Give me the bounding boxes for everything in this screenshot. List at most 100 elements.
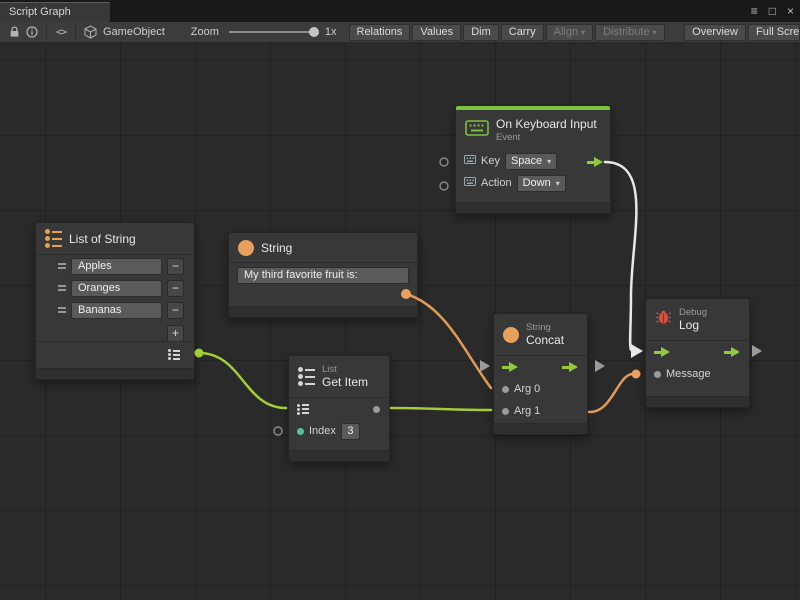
list-icon bbox=[298, 367, 315, 386]
list-input-row bbox=[289, 398, 389, 420]
node-title: Get Item bbox=[322, 375, 368, 389]
node-title: Log bbox=[679, 318, 707, 332]
flow-output-port[interactable] bbox=[724, 347, 741, 358]
message-label: Message bbox=[666, 368, 711, 380]
flow-output-port[interactable] bbox=[562, 362, 579, 373]
action-port-row: Action Down ▾ bbox=[456, 172, 610, 194]
remove-item-button[interactable]: − bbox=[167, 258, 184, 275]
pane-menu-icon[interactable]: ≡ bbox=[751, 3, 758, 19]
node-subtitle: Event bbox=[496, 132, 597, 143]
zoom-slider-knob[interactable] bbox=[309, 27, 319, 37]
index-value-field[interactable]: 3 bbox=[341, 423, 360, 440]
node-title: Concat bbox=[526, 333, 564, 347]
flow-output-port[interactable] bbox=[587, 157, 604, 168]
drag-handle-icon[interactable] bbox=[58, 263, 66, 269]
unity-cube-icon bbox=[81, 24, 99, 40]
values-button[interactable]: Values bbox=[412, 24, 461, 41]
edit-script-icon[interactable]: <> bbox=[52, 24, 70, 40]
arg0-input-port[interactable] bbox=[502, 386, 509, 393]
node-category: String bbox=[526, 322, 564, 333]
node-get-item[interactable]: List Get Item Index 3 bbox=[288, 355, 390, 462]
remove-item-button[interactable]: − bbox=[167, 280, 184, 297]
bug-icon bbox=[655, 309, 672, 331]
node-footer bbox=[36, 368, 194, 379]
zoom-slider[interactable] bbox=[229, 31, 317, 33]
drag-handle-icon[interactable] bbox=[58, 285, 66, 291]
maximize-icon[interactable]: □ bbox=[769, 3, 776, 19]
arg0-input-row: Arg 0 bbox=[494, 378, 587, 400]
node-category: Debug bbox=[679, 307, 707, 318]
add-item-button[interactable]: + bbox=[167, 325, 184, 342]
list-type-icon bbox=[168, 349, 180, 360]
gameobject-selector[interactable]: GameObject bbox=[103, 26, 165, 38]
node-title: List of String bbox=[69, 232, 136, 246]
list-item-field[interactable]: Bananas bbox=[71, 302, 162, 319]
tab-bar: Script Graph ≡ □ × bbox=[0, 0, 800, 22]
index-input-port[interactable] bbox=[297, 428, 304, 435]
node-concat[interactable]: String Concat Arg 0 Arg 1 bbox=[493, 313, 588, 435]
align-button-label: Align bbox=[554, 26, 578, 38]
fullscreen-button[interactable]: Full Screen bbox=[748, 24, 800, 41]
arg1-label: Arg 1 bbox=[514, 405, 540, 417]
list-type-icon bbox=[297, 404, 309, 415]
toolbar-separator bbox=[75, 25, 76, 39]
list-item-row: Apples − bbox=[36, 255, 194, 277]
tab-script-graph[interactable]: Script Graph bbox=[0, 2, 110, 22]
flow-input-port[interactable] bbox=[502, 362, 519, 373]
flow-row bbox=[646, 341, 749, 363]
node-on-keyboard-input[interactable]: On Keyboard Input Event Key Space ▾ Acti… bbox=[455, 105, 611, 214]
key-type-icon bbox=[464, 155, 476, 167]
relations-button[interactable]: Relations bbox=[349, 24, 411, 41]
list-item-row: Bananas − bbox=[36, 299, 194, 321]
distribute-button[interactable]: Distribute ▾ bbox=[595, 24, 664, 41]
node-footer bbox=[229, 306, 417, 317]
info-icon[interactable] bbox=[23, 24, 41, 40]
key-dropdown[interactable]: Space ▾ bbox=[505, 153, 557, 170]
unity-script-graph-window: Script Graph ≡ □ × <> GameObject Zoom 1x… bbox=[0, 0, 800, 600]
node-footer bbox=[289, 450, 389, 461]
action-dropdown[interactable]: Down ▾ bbox=[517, 175, 566, 192]
node-footer bbox=[646, 396, 749, 407]
list-output-row bbox=[36, 341, 194, 367]
arg1-input-port[interactable] bbox=[502, 408, 509, 415]
dim-button[interactable]: Dim bbox=[463, 24, 499, 41]
lock-icon[interactable] bbox=[5, 24, 23, 40]
chevron-down-icon: ▾ bbox=[556, 179, 560, 188]
remove-item-button[interactable]: − bbox=[167, 302, 184, 319]
close-icon[interactable]: × bbox=[787, 3, 794, 19]
toolbar-separator bbox=[46, 25, 47, 39]
overview-button[interactable]: Overview bbox=[684, 24, 746, 41]
flow-input-port[interactable] bbox=[654, 347, 671, 358]
node-string-literal[interactable]: String My third favorite fruit is: bbox=[228, 232, 418, 318]
list-item-row: Oranges − bbox=[36, 277, 194, 299]
message-input-row: Message bbox=[646, 363, 749, 385]
arg0-label: Arg 0 bbox=[514, 383, 540, 395]
index-label: Index bbox=[309, 425, 336, 437]
key-port-label: Key bbox=[481, 155, 500, 167]
node-title: On Keyboard Input bbox=[496, 117, 597, 131]
drag-handle-icon[interactable] bbox=[58, 307, 66, 313]
string-type-icon bbox=[503, 327, 519, 343]
node-debug-log[interactable]: Debug Log Message bbox=[645, 298, 750, 408]
carry-button[interactable]: Carry bbox=[501, 24, 544, 41]
index-input-row: Index 3 bbox=[289, 420, 389, 442]
align-button[interactable]: Align ▾ bbox=[546, 24, 593, 41]
key-dropdown-value: Space bbox=[511, 155, 542, 167]
node-list-of-string[interactable]: List of String Apples − Oranges − Banana… bbox=[35, 222, 195, 380]
zoom-label: Zoom bbox=[191, 26, 219, 38]
tab-title: Script Graph bbox=[9, 6, 71, 18]
item-output-port[interactable] bbox=[373, 406, 380, 413]
action-port-label: Action bbox=[481, 177, 512, 189]
message-input-port[interactable] bbox=[654, 371, 661, 378]
list-item-field[interactable]: Oranges bbox=[71, 280, 162, 297]
node-category: List bbox=[322, 364, 368, 375]
string-value-field[interactable]: My third favorite fruit is: bbox=[237, 267, 409, 284]
list-item-field[interactable]: Apples bbox=[71, 258, 162, 275]
chevron-down-icon: ▾ bbox=[581, 28, 585, 37]
action-dropdown-value: Down bbox=[523, 177, 551, 189]
keyboard-icon bbox=[465, 120, 489, 141]
arg1-input-row: Arg 1 bbox=[494, 400, 587, 422]
window-controls: ≡ □ × bbox=[751, 3, 794, 19]
chevron-down-icon: ▾ bbox=[547, 157, 551, 166]
zoom-value: 1x bbox=[325, 26, 337, 38]
